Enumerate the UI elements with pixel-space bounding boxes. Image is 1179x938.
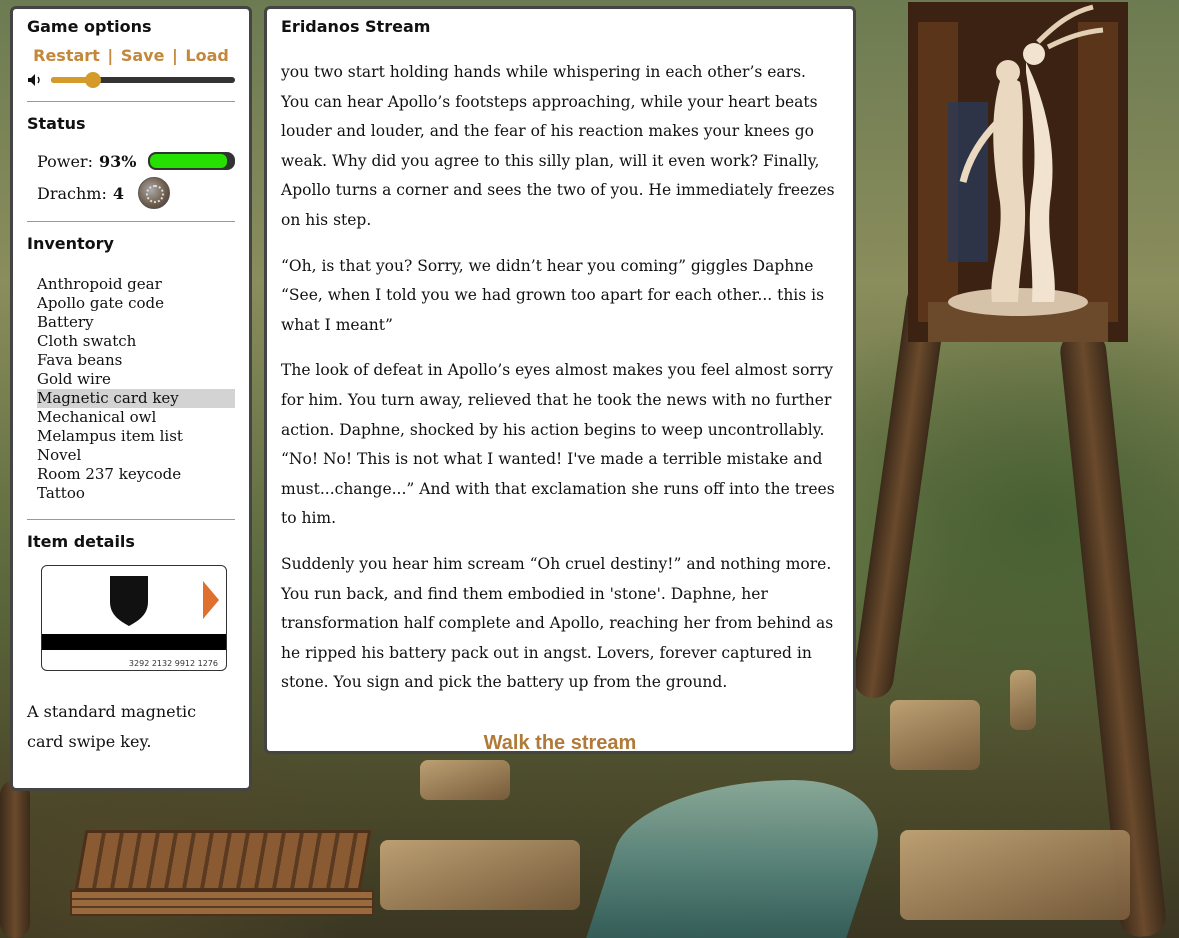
volume-slider-thumb[interactable] (85, 72, 102, 88)
speaker-icon[interactable] (27, 73, 43, 87)
wooden-bench (70, 830, 374, 938)
volume-slider[interactable] (51, 72, 235, 88)
drachm-status: Drachm: 4 (27, 177, 235, 209)
tree-trunk (0, 780, 30, 938)
inventory-heading: Inventory (27, 234, 114, 253)
inventory-item[interactable]: Battery (37, 313, 235, 332)
passage-paragraph: Suddenly you hear him scream “Oh cruel d… (281, 554, 834, 692)
item-description: A standard magnetic card swipe key. (27, 702, 197, 751)
inventory-item[interactable]: Cloth swatch (37, 332, 235, 351)
game-options-links: Restart | Save | Load (27, 46, 235, 65)
power-label: Power: (37, 151, 93, 171)
card-number: 3292 2132 9912 1276 (128, 659, 218, 668)
walk-the-stream-link[interactable]: Walk the stream (281, 732, 839, 755)
passage-paragraph: you two start holding hands while whispe… (281, 63, 835, 229)
game-options-heading: Game options (27, 17, 152, 36)
inventory-item[interactable]: Melampus item list (37, 427, 235, 446)
inventory-item[interactable]: Gold wire (37, 370, 235, 389)
passage-text: you two start holding hands while whispe… (281, 58, 839, 698)
magnetic-card-image: 3292 2132 9912 1276 (41, 565, 227, 671)
passage-panel: Eridanos Stream you two start holding ha… (264, 6, 856, 754)
inventory-item[interactable]: Tattoo (37, 484, 235, 503)
rock (380, 840, 580, 910)
inventory-item[interactable]: Anthropoid gear (37, 275, 235, 294)
load-link[interactable]: Load (185, 46, 228, 65)
power-bar (148, 152, 235, 170)
save-link[interactable]: Save (121, 46, 165, 65)
bench-seat (70, 890, 374, 916)
apollo-daphne-statue-image (908, 2, 1128, 342)
scene-title: Eridanos Stream (281, 17, 431, 36)
rock (420, 760, 510, 800)
restart-link[interactable]: Restart (33, 46, 100, 65)
rock (900, 830, 1130, 920)
statue-illustration (908, 2, 1128, 342)
divider (27, 519, 235, 520)
power-bar-fill (150, 154, 228, 168)
inventory-item[interactable]: Novel (37, 446, 235, 465)
link-separator: | (107, 46, 114, 65)
inventory-item[interactable]: Magnetic card key (37, 389, 235, 408)
volume-control (27, 71, 235, 89)
rock (1010, 670, 1036, 730)
inventory-item[interactable]: Mechanical owl (37, 408, 235, 427)
inventory-item[interactable]: Room 237 keycode (37, 465, 235, 484)
drachm-label: Drachm: (37, 183, 107, 203)
passage-paragraph: “Oh, is that you? Sorry, we didn’t hear … (281, 256, 825, 334)
drachm-value: 4 (112, 183, 124, 203)
inventory-list: Anthropoid gear Apollo gate code Battery… (27, 275, 235, 503)
rock (890, 700, 980, 770)
power-value: 93% (98, 151, 137, 171)
divider (27, 101, 235, 102)
magnetic-stripe (42, 634, 226, 650)
inventory-item[interactable]: Fava beans (37, 351, 235, 370)
sidebar-panel: Game options Restart | Save | Load Statu… (10, 6, 252, 791)
divider (27, 221, 235, 222)
link-separator: | (172, 46, 178, 65)
shield-icon (110, 576, 148, 626)
bench-back (74, 830, 372, 891)
inventory-item[interactable]: Apollo gate code (37, 294, 235, 313)
tree-trunk (850, 279, 950, 701)
arrow-right-icon (203, 581, 219, 619)
passage-paragraph: The look of defeat in Apollo’s eyes almo… (281, 361, 835, 528)
power-status: Power: 93% (27, 145, 235, 177)
drachm-coin-icon (137, 177, 170, 209)
status-heading: Status (27, 114, 86, 133)
stream (582, 780, 898, 938)
item-details-heading: Item details (27, 532, 135, 551)
